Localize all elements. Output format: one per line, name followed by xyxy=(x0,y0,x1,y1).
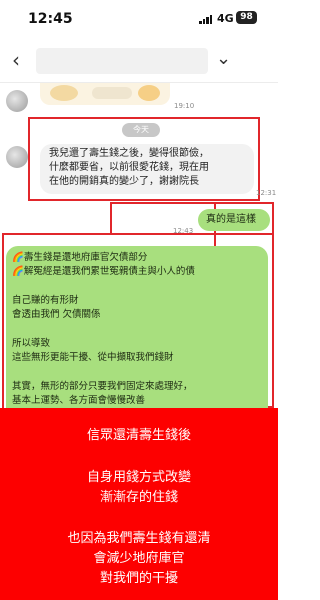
battery-icon: 98 xyxy=(236,11,257,24)
caption-banner: 信眾還清壽生錢後 自身用錢方式改變 漸漸存的住錢 也因為我們壽生錢有還清 會減少… xyxy=(0,408,278,600)
signal-icon xyxy=(199,14,213,24)
caption-line: 會減少地府庫官 xyxy=(93,551,185,566)
message-time: 12:31 xyxy=(256,189,277,197)
chevron-down-icon[interactable]: ⌄ xyxy=(216,50,231,68)
sticker-image[interactable] xyxy=(40,83,170,105)
incoming-message[interactable]: 我兒還了壽生錢之後，變得很節儉， 什麼都要省，以前很愛花錢，現在用 在他的開銷真… xyxy=(40,144,254,194)
status-bar: 12:45 4G 98 xyxy=(0,0,278,38)
message-time: 19:10 xyxy=(174,102,195,110)
caption-line: 對我們的干擾 xyxy=(99,571,178,586)
caption-line: 也因為我們壽生錢有還清 xyxy=(67,531,211,546)
caption-line: 信眾還清壽生錢後 xyxy=(86,428,191,443)
day-divider: 今天 xyxy=(122,123,160,137)
avatar[interactable] xyxy=(6,146,28,168)
outgoing-message[interactable]: 真的是這樣 xyxy=(198,209,270,231)
back-icon[interactable]: ‹ xyxy=(12,50,20,70)
chat-header: ‹ ⌄ xyxy=(0,38,278,82)
avatar[interactable] xyxy=(6,90,28,112)
caption-line: 漸漸存的住錢 xyxy=(99,490,178,505)
outgoing-message[interactable]: 🌈壽生錢是還地府庫官欠債部分 🌈解冤經是還我們累世冤親債主與小人的債 自己賺的有… xyxy=(6,246,268,408)
chat-area[interactable]: 19:10 今天 我兒還了壽生錢之後，變得很節儉， 什麼都要省，以前很愛花錢，現… xyxy=(0,83,278,408)
network-type: 4G xyxy=(217,12,234,25)
caption-line: 自身用錢方式改變 xyxy=(86,470,191,485)
chat-title[interactable] xyxy=(36,48,208,74)
status-time: 12:45 xyxy=(28,11,73,27)
